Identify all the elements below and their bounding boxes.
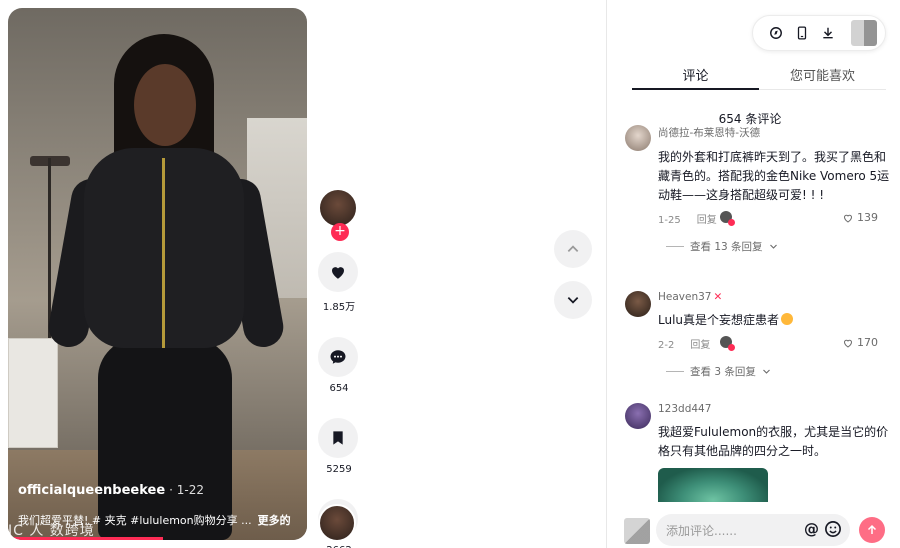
tab-comments[interactable]: 评论	[632, 58, 759, 90]
send-button[interactable]	[859, 517, 885, 543]
user-avatar[interactable]	[851, 20, 877, 46]
download-button[interactable]	[815, 20, 841, 46]
comment-avatar[interactable]	[625, 403, 651, 429]
comment-like-count: 139	[857, 211, 878, 224]
like-button[interactable]	[318, 252, 358, 292]
mention-button[interactable]: @	[804, 520, 819, 538]
comment-author[interactable]: 123dd447	[658, 403, 890, 415]
arrow-up-icon	[867, 524, 877, 534]
comment-author[interactable]: 尚德拉-布莱恩特-沃德	[658, 125, 890, 140]
view-replies-button[interactable]: 查看 3 条回复	[666, 364, 890, 379]
video-subject	[36, 28, 287, 540]
comment-like-button[interactable]: 170	[842, 336, 878, 349]
heart-outline-icon	[843, 214, 853, 223]
tab-you-may-like[interactable]: 您可能喜欢	[759, 58, 886, 89]
comment-like-count: 170	[857, 336, 878, 349]
ai-button[interactable]	[763, 20, 789, 46]
top-toolbar	[752, 15, 886, 51]
comment-button[interactable]	[318, 337, 358, 377]
comment-text: Lulu真是个妄想症患者	[658, 313, 780, 327]
page-root: officialqueenbeekee · 1-22 我们超爱平替! # 夹克 #…	[0, 0, 900, 548]
comment-author[interactable]: Heaven37	[658, 291, 711, 303]
panel-divider	[606, 0, 607, 548]
more-button[interactable]: 更多的	[258, 514, 291, 527]
music-disc-avatar[interactable]	[318, 504, 356, 542]
comment-count-rail: 654	[329, 383, 349, 394]
chevron-down-icon	[762, 369, 770, 374]
phone-icon	[797, 26, 807, 40]
comment-text: 我的外套和打底裤昨天到了。我买了黑色和藏青色的。搭配我的金色Nike Vomer…	[658, 150, 890, 202]
view-replies-button[interactable]: 查看 13 条回复	[666, 239, 890, 254]
comment-list[interactable]: 尚德拉-布莱恩特-沃德 我的外套和打底裤昨天到了。我买了黑色和藏青色的。搭配我的…	[625, 125, 890, 502]
comment-avatar[interactable]	[625, 125, 651, 151]
video-player[interactable]: officialqueenbeekee · 1-22 我们超爱平替! # 夹克 #…	[8, 8, 307, 540]
follow-plus-icon[interactable]: +	[331, 223, 349, 241]
comment-input[interactable]: 添加评论......	[656, 514, 850, 546]
reply-button[interactable]: 回复	[690, 340, 710, 351]
comment-date: 1-25	[658, 215, 681, 226]
comment-date: 2-2	[658, 340, 675, 351]
current-user-avatar	[624, 518, 650, 544]
comment-meta: 1-25 回复 139	[658, 211, 890, 227]
reply-button[interactable]: 回复	[697, 215, 717, 226]
compass-icon	[770, 27, 782, 39]
watermark: IC 人 数跨境	[8, 523, 95, 539]
next-video-button[interactable]	[554, 281, 592, 319]
comment-composer: 添加评论...... @	[622, 508, 892, 548]
comment-like-button[interactable]: 139	[842, 211, 878, 224]
heart-outline-icon	[843, 339, 853, 348]
mobile-view-button[interactable]	[789, 20, 815, 46]
chevron-down-icon	[567, 297, 579, 304]
creator-liked-avatar	[720, 336, 735, 351]
video-author[interactable]: officialqueenbeekee	[18, 483, 165, 498]
emoji-icon[interactable]	[824, 520, 842, 538]
creator-avatar[interactable]: +	[318, 188, 358, 241]
save-count: 5259	[326, 464, 352, 475]
action-rail: + 1.85万 654 5259 2662	[318, 188, 360, 548]
comment-text: 我超爱Fululemon的衣服，尤其是当它的价格只有其他品牌的四分之一时。	[658, 425, 889, 458]
grinning-face-icon	[781, 313, 794, 325]
like-count: 1.85万	[322, 302, 356, 313]
cross-mark-icon: ✕	[713, 291, 723, 303]
chevron-up-icon	[567, 245, 579, 252]
creator-liked-avatar	[720, 211, 735, 226]
heart-icon	[332, 267, 344, 279]
panel-tabs: 评论 您可能喜欢	[632, 58, 886, 90]
bookmark-icon	[333, 431, 343, 445]
comment-attached-image[interactable]	[658, 468, 768, 502]
comment-avatar[interactable]	[625, 291, 651, 317]
previous-video-button[interactable]	[554, 230, 592, 268]
chevron-down-icon	[769, 244, 777, 249]
download-icon	[823, 27, 833, 39]
comment-bubble-icon	[330, 350, 346, 364]
video-date: · 1-22	[169, 483, 205, 497]
comment-meta: 2-2 回复 170	[658, 336, 890, 352]
save-button[interactable]	[318, 418, 358, 458]
